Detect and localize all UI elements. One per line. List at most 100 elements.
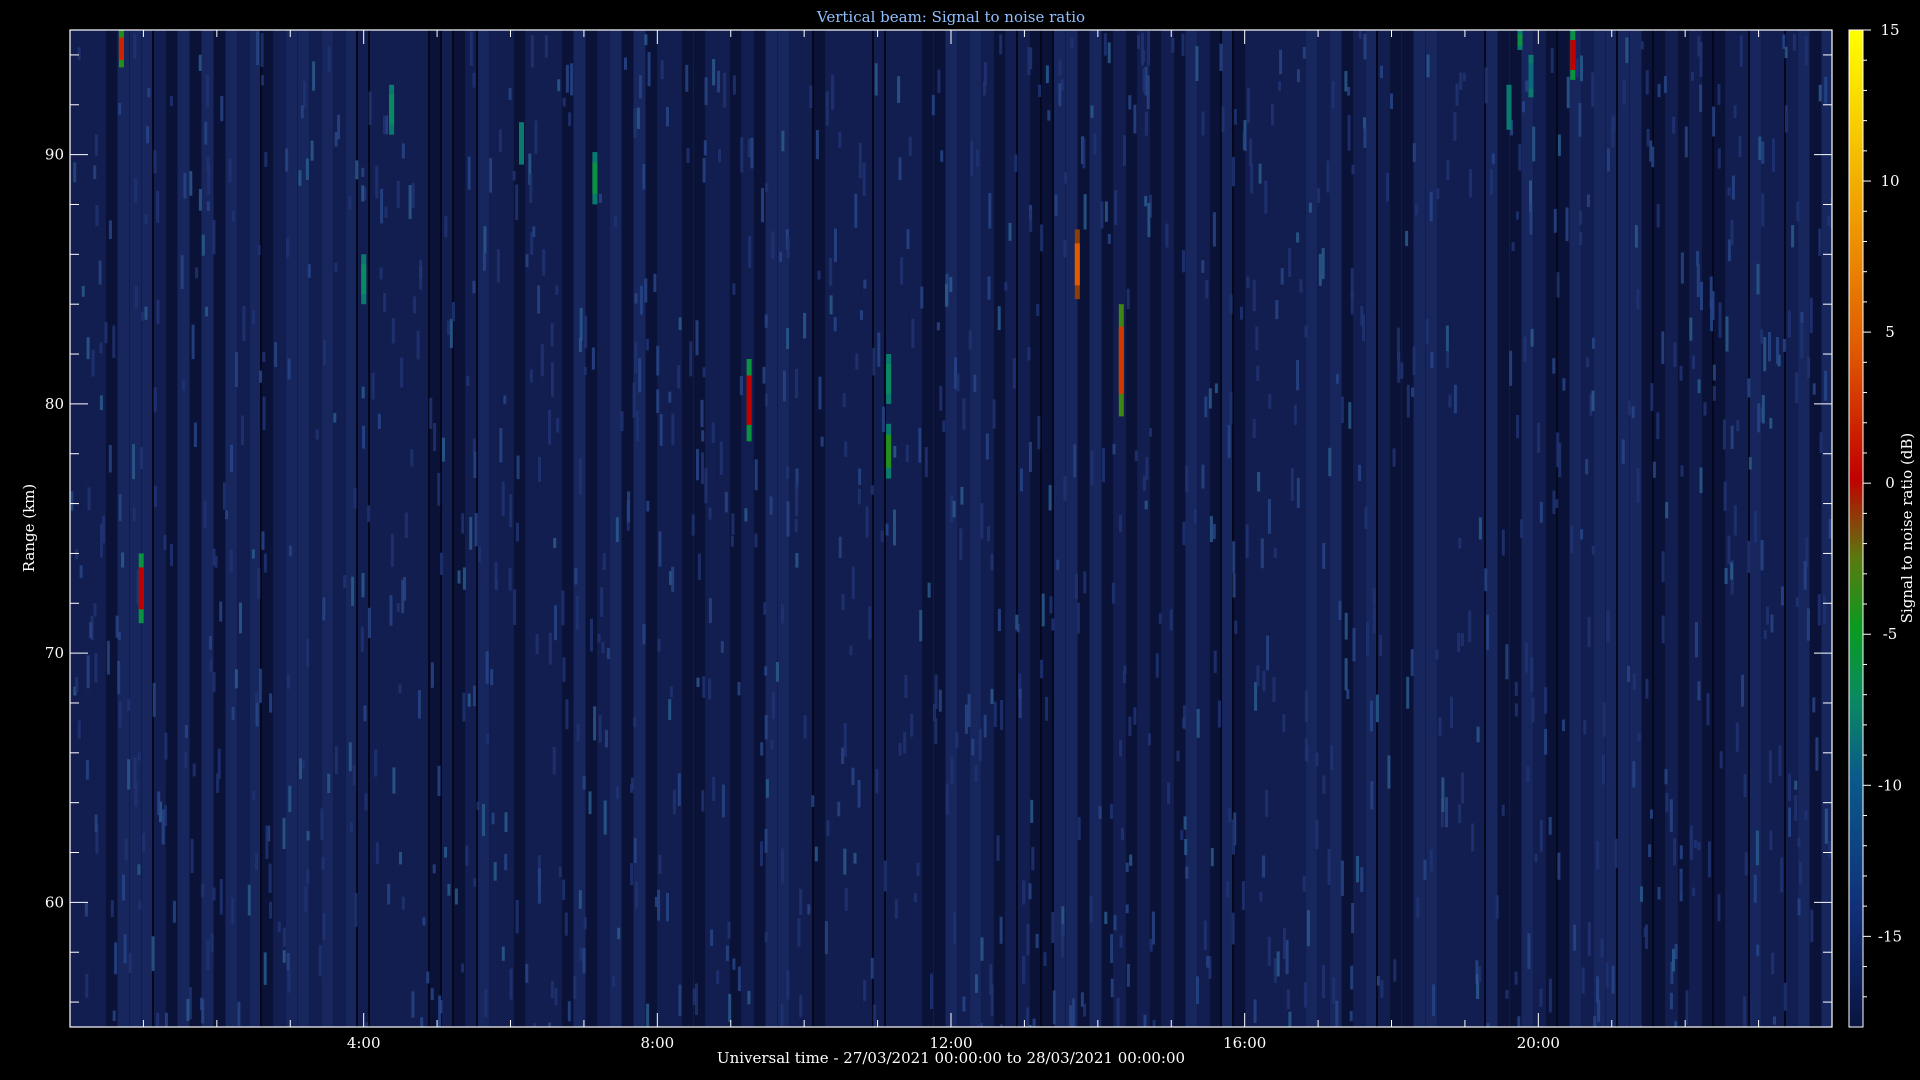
noise-cell: [1126, 963, 1130, 987]
time-column: [310, 30, 321, 1027]
noise-cell: [1525, 80, 1529, 92]
noise-cell: [1650, 809, 1653, 819]
noise-cell: [927, 582, 931, 598]
noise-cell: [1518, 144, 1522, 171]
noise-cell: [843, 848, 847, 875]
noise-cell: [1674, 943, 1678, 959]
noise-cell: [1521, 101, 1525, 113]
noise-cell: [1570, 525, 1574, 553]
noise-cell: [1142, 67, 1146, 93]
noise-cell: [472, 438, 476, 453]
noise-cell: [430, 988, 434, 1001]
noise-cell: [1783, 982, 1787, 1011]
noise-cell: [671, 413, 675, 446]
noise-cell: [114, 942, 118, 975]
time-column: [1414, 30, 1425, 1027]
noise-cell: [1201, 111, 1205, 136]
noise-cell: [529, 173, 533, 203]
noise-cell: [413, 296, 416, 314]
noise-cell: [1379, 65, 1383, 78]
noise-cell: [1794, 780, 1798, 790]
noise-cell: [647, 52, 651, 87]
noise-cell: [1717, 894, 1721, 922]
noise-cell: [1169, 609, 1173, 631]
noise-cell: [503, 395, 507, 404]
noise-cell: [1093, 133, 1097, 155]
noise-cell: [1544, 687, 1548, 714]
noise-cell: [1405, 230, 1409, 247]
noise-cell: [151, 936, 155, 971]
time-column: [1450, 30, 1461, 1027]
noise-cell: [234, 669, 238, 689]
noise-cell: [383, 293, 387, 312]
noise-cell: [403, 577, 407, 601]
time-column: [1426, 30, 1437, 1027]
noise-cell: [762, 366, 766, 384]
noise-cell: [829, 295, 833, 315]
noise-cell: [1350, 290, 1354, 315]
time-column: [430, 30, 441, 1027]
noise-cell: [1597, 999, 1601, 1023]
noise-cell: [578, 338, 582, 352]
noise-cell: [1768, 332, 1771, 362]
noise-cell: [1760, 329, 1764, 344]
noise-cell: [739, 375, 743, 396]
noise-cell: [1657, 886, 1661, 900]
noise-cell: [1089, 896, 1093, 923]
noise-cell: [94, 814, 98, 833]
noise-cell: [980, 937, 984, 961]
noise-cell: [1743, 774, 1747, 798]
time-column: [238, 30, 249, 1027]
noise-cell: [727, 921, 731, 939]
noise-cell: [467, 693, 471, 707]
noise-cell: [551, 362, 554, 397]
noise-cell: [794, 518, 798, 533]
noise-cell: [1665, 502, 1669, 519]
noise-cell: [1636, 467, 1640, 503]
noise-cell: [765, 393, 769, 407]
noise-cell: [1018, 688, 1022, 718]
noise-cell: [562, 657, 566, 683]
noise-cell: [1125, 862, 1129, 873]
noise-cell: [1636, 289, 1640, 309]
noise-cell: [1022, 880, 1026, 905]
noise-cell: [720, 641, 724, 653]
noise-cell: [1266, 635, 1270, 671]
noise-cell: [990, 553, 994, 571]
noise-cell: [306, 639, 310, 668]
noise-cell: [1622, 79, 1626, 105]
noise-cell: [903, 732, 907, 754]
noise-cell: [467, 156, 471, 190]
time-column: [706, 30, 717, 1027]
noise-cell: [138, 900, 142, 910]
noise-cell: [1149, 428, 1152, 437]
noise-cell: [261, 75, 264, 86]
noise-cell: [219, 601, 223, 622]
noise-cell: [769, 496, 773, 515]
noise-cell: [282, 950, 286, 963]
echo-1-core: [138, 567, 144, 610]
time-column: [334, 30, 345, 1027]
noise-cell: [1761, 141, 1765, 164]
noise-cell: [1773, 1016, 1776, 1025]
noise-cell: [375, 842, 379, 864]
noise-cell: [416, 330, 420, 360]
noise-cell: [439, 1000, 443, 1014]
noise-cell: [533, 1023, 537, 1027]
noise-cell: [677, 365, 681, 389]
noise-cell: [169, 95, 173, 107]
noise-cell: [775, 662, 779, 682]
noise-cell: [1810, 909, 1814, 943]
noise-cell: [1315, 752, 1319, 767]
noise-cell: [1776, 337, 1779, 364]
noise-cell: [387, 883, 391, 905]
noise-cell: [1685, 990, 1689, 1026]
noise-cell: [691, 514, 695, 536]
noise-cell: [1663, 76, 1667, 94]
time-column: [1534, 30, 1545, 1027]
noise-cell: [1014, 154, 1018, 172]
noise-cell: [327, 773, 331, 793]
noise-cell: [1822, 595, 1826, 625]
noise-cell: [77, 720, 81, 739]
time-column: [154, 30, 165, 1027]
